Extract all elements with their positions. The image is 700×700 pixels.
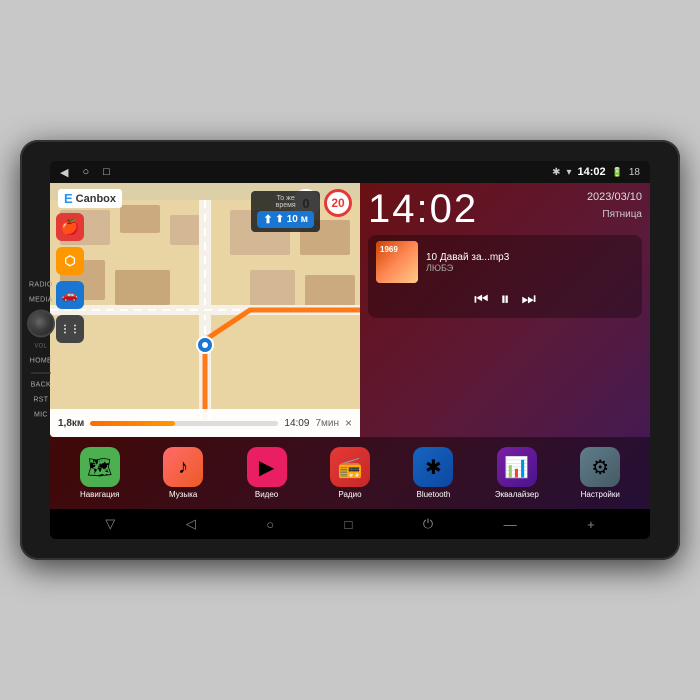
app-icon-radio: 📻 <box>330 447 370 487</box>
home-button[interactable]: HOME <box>27 356 55 367</box>
navigation-instruction: То жевремя ⬆⬆ 10 м <box>251 191 320 232</box>
app-icon-equalizer: 📊 <box>497 447 537 487</box>
right-panel: 14:02 2023/03/10 Пятница 1969 <box>360 183 650 437</box>
mic-button[interactable]: MIC <box>31 410 51 421</box>
main-content: E Canbox 0 20 То жевремя ⬆⬆ 10 м <box>50 183 650 509</box>
radio-button[interactable]: RADIO <box>26 280 56 291</box>
side-controls: RADIO MEDIA VOL HOME BACK RST MIC <box>26 280 56 421</box>
grid-icon[interactable]: ⋮⋮ <box>56 315 84 343</box>
status-bar: ◀ ○ □ ✱ ▾ 14:02 🔋 18 <box>50 161 650 183</box>
volume-knob[interactable] <box>27 310 55 338</box>
divider <box>31 373 51 374</box>
route-time-remaining: 7мин <box>315 418 339 429</box>
volume-knob-inner <box>35 318 47 330</box>
music-info: 10 Давай за...mp3 ЛЮБЭ <box>426 252 634 273</box>
big-clock: 14:02 <box>368 189 478 229</box>
app-icon-music: ♪ <box>163 447 203 487</box>
app-item-radio[interactable]: 📻 Радио <box>322 447 378 499</box>
next-track-button[interactable]: ⏭ <box>522 291 536 309</box>
instruction-distance: ⬆⬆ 10 м <box>257 211 314 228</box>
vol-label: VOL <box>31 342 50 352</box>
canbox-e-letter: E <box>64 191 73 206</box>
app-grid: 🗺 Навигация ♪ Музыка ▶ Видео 📻 Радио ✱ Bluetooth 📊… <box>50 437 650 509</box>
top-row: E Canbox 0 20 То жевремя ⬆⬆ 10 м <box>50 183 650 437</box>
music-controls: ⏮ ⏸ ⏭ <box>376 287 634 312</box>
bluetooth-status-icon: ✱ <box>552 167 560 178</box>
rst-button[interactable]: RST <box>30 395 51 406</box>
car-icon[interactable]: 🚗 <box>56 281 84 309</box>
status-time: 14:02 <box>578 166 606 178</box>
bottom-nav-btn-6[interactable]: + <box>581 515 601 534</box>
status-right: ✱ ▾ 14:02 🔋 18 <box>552 166 640 178</box>
route-close-btn[interactable]: × <box>345 416 352 430</box>
date-info: 2023/03/10 Пятница <box>587 189 642 223</box>
bottom-nav: ▽ ◁ ○ □ ⏻ — + <box>50 509 650 539</box>
music-info-row: 1969 10 Давай за...mp3 ЛЮБЭ <box>376 241 634 283</box>
app-item-video[interactable]: ▶ Видео <box>239 447 295 499</box>
media-button[interactable]: MEDIA <box>26 295 56 306</box>
clock-row: 14:02 2023/03/10 Пятница <box>368 189 642 229</box>
route-progress-bar <box>90 421 278 426</box>
back-nav-icon[interactable]: ◀ <box>60 166 68 179</box>
car-display-device: RADIO MEDIA VOL HOME BACK RST MIC ◀ ○ □ … <box>20 140 680 560</box>
date-display: 2023/03/10 <box>587 189 642 207</box>
app-icon-settings: ⚙ <box>580 447 620 487</box>
battery-icon: 🔋 <box>612 167 623 178</box>
recent-nav-icon[interactable]: □ <box>103 166 110 178</box>
album-year-label: 1969 <box>380 245 398 254</box>
carplay-icon[interactable]: 🍎 <box>56 213 84 241</box>
route-time-current: 14:09 <box>284 418 309 429</box>
wifi-status-icon: ▾ <box>566 167 571 178</box>
app-label-settings: Настройки <box>581 490 620 499</box>
app-item-equalizer[interactable]: 📊 Эквалайзер <box>489 447 545 499</box>
app-item-music[interactable]: ♪ Музыка <box>155 447 211 499</box>
prev-track-button[interactable]: ⏮ <box>474 291 488 309</box>
back-button[interactable]: BACK <box>28 380 54 391</box>
speed-limit: 20 <box>324 189 352 217</box>
play-pause-button[interactable]: ⏸ <box>501 289 510 310</box>
route-bar: 1,8км 14:09 7мин × <box>50 409 360 437</box>
left-app-column: 🍎 ⬡ 🚗 ⋮⋮ <box>56 213 84 343</box>
battery-level: 18 <box>629 167 640 178</box>
bottom-nav-btn-1[interactable]: ◁ <box>180 514 202 534</box>
map-area[interactable]: E Canbox 0 20 То жевремя ⬆⬆ 10 м <box>50 183 360 437</box>
app-item-settings[interactable]: ⚙ Настройки <box>572 447 628 499</box>
app-icon-nav: 🗺 <box>80 447 120 487</box>
waze-icon[interactable]: ⬡ <box>56 247 84 275</box>
bottom-nav-btn-2[interactable]: ○ <box>260 515 280 534</box>
app-label-video: Видео <box>255 490 278 499</box>
app-label-equalizer: Эквалайзер <box>495 490 539 499</box>
app-label-nav: Навигация <box>80 490 120 499</box>
route-distance: 1,8км <box>58 418 84 429</box>
app-label-bluetooth: Bluetooth <box>416 490 450 499</box>
app-item-bluetooth[interactable]: ✱ Bluetooth <box>405 447 461 499</box>
canbox-text: Canbox <box>76 193 116 205</box>
bottom-nav-btn-5[interactable]: — <box>498 515 523 534</box>
app-label-music: Музыка <box>169 490 197 499</box>
app-item-nav[interactable]: 🗺 Навигация <box>72 447 128 499</box>
weekday-display: Пятница <box>587 207 642 223</box>
main-screen: ◀ ○ □ ✱ ▾ 14:02 🔋 18 <box>50 161 650 539</box>
route-progress-fill <box>90 421 175 426</box>
app-icon-bluetooth: ✱ <box>413 447 453 487</box>
app-label-radio: Радио <box>338 490 361 499</box>
music-title: 10 Давай за...mp3 <box>426 252 634 263</box>
app-icon-video: ▶ <box>247 447 287 487</box>
nav-icons: ◀ ○ □ <box>60 166 110 179</box>
canbox-logo: E Canbox <box>58 189 122 208</box>
bottom-nav-btn-3[interactable]: □ <box>339 515 359 534</box>
instruction-label: То жевремя <box>257 195 314 209</box>
music-widget: 1969 10 Давай за...mp3 ЛЮБЭ ⏮ ⏸ ⏭ <box>368 235 642 318</box>
bottom-nav-btn-0[interactable]: ▽ <box>99 514 121 534</box>
bottom-nav-btn-4[interactable]: ⏻ <box>417 514 439 534</box>
home-nav-icon[interactable]: ○ <box>82 166 89 178</box>
music-artist: ЛЮБЭ <box>426 263 634 273</box>
album-art: 1969 <box>376 241 418 283</box>
